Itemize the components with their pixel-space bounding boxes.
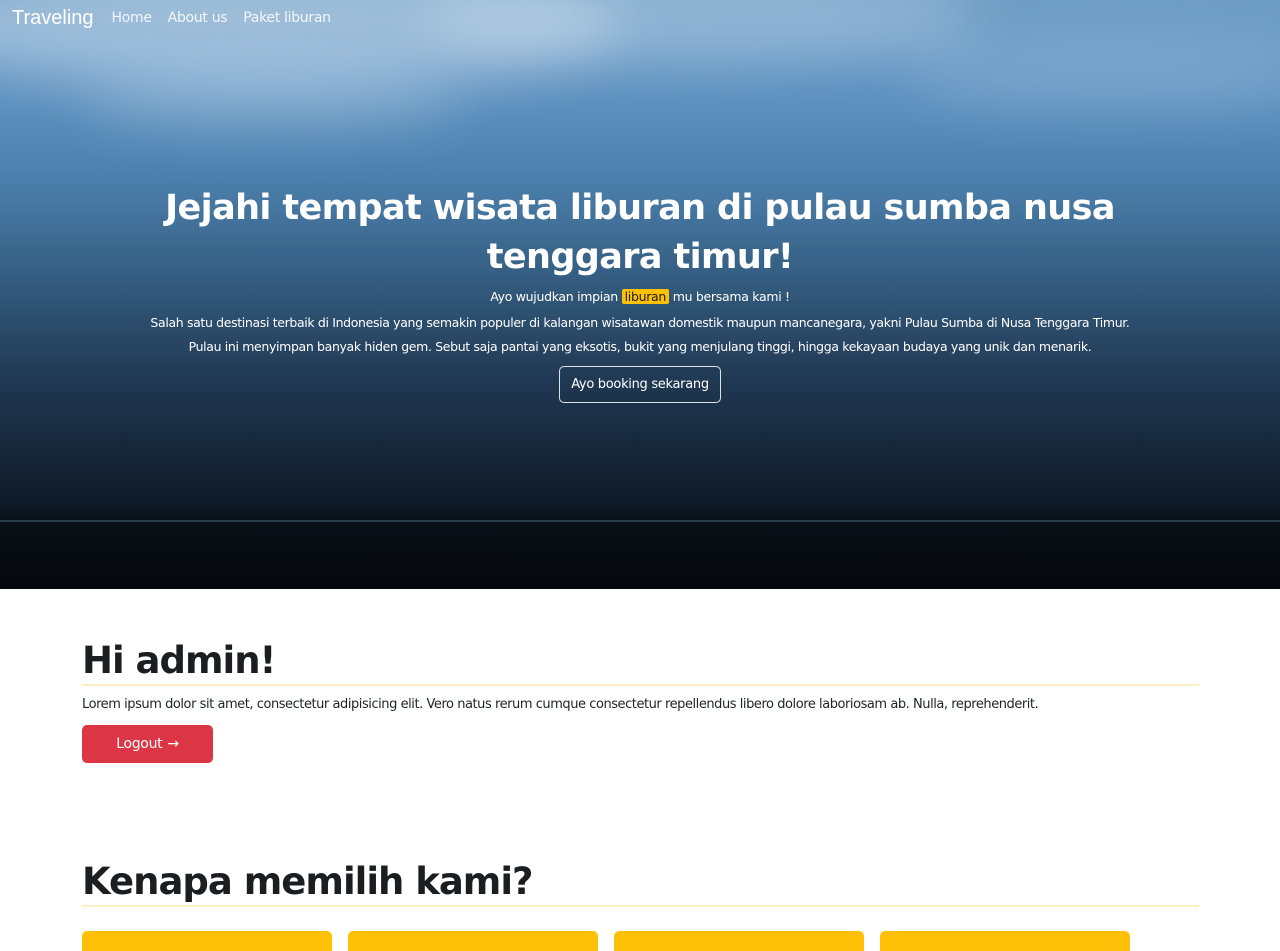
nav-link-about-us[interactable]: About us (168, 10, 228, 26)
feature-cards (82, 931, 1199, 951)
tagline-text-start: Ayo wujudkan impian (490, 289, 622, 304)
greeting-section: Hi admin! Lorem ipsum dolor sit amet, co… (82, 637, 1199, 763)
sky-cloud (900, 40, 1280, 110)
why-us-title: Kenapa memilih kami? (82, 860, 534, 903)
feature-card (614, 931, 864, 951)
nav-link-home[interactable]: Home (112, 10, 152, 26)
booking-button[interactable]: Ayo booking sekarang (559, 366, 721, 403)
hero-section: Traveling Home About us Paket liburan Je… (0, 0, 1280, 589)
sky-cloud (80, 70, 460, 130)
horizon-shade (0, 505, 1280, 589)
greeting-title: Hi admin! (82, 639, 276, 682)
logout-button[interactable]: Logout → (82, 725, 213, 763)
hero-description: Salah satu destinasi terbaik di Indonesi… (150, 315, 1130, 354)
arrow-right-icon: → (167, 736, 179, 752)
logout-label: Logout (116, 736, 163, 752)
hero-tagline: Ayo wujudkan impian liburan mu bersama k… (140, 288, 1140, 305)
greeting-text: Lorem ipsum dolor sit amet, consectetur … (82, 697, 1039, 712)
feature-card (348, 931, 598, 951)
navbar: Traveling Home About us Paket liburan (0, 0, 1280, 36)
nav-link-paket-liburan[interactable]: Paket liburan (243, 10, 331, 26)
highlight-badge: liburan (621, 289, 670, 304)
tagline-text-end: mu bersama kami ! (669, 289, 790, 304)
feature-card (880, 931, 1130, 951)
shoreline (0, 520, 1280, 522)
brand-logo[interactable]: Traveling (12, 7, 94, 30)
hero-content: Jejahi tempat wisata liburan di pulau su… (140, 184, 1140, 403)
hero-title: Jejahi tempat wisata liburan di pulau su… (165, 188, 1115, 277)
why-us-section: Kenapa memilih kami? (82, 858, 1199, 907)
feature-card (82, 931, 332, 951)
